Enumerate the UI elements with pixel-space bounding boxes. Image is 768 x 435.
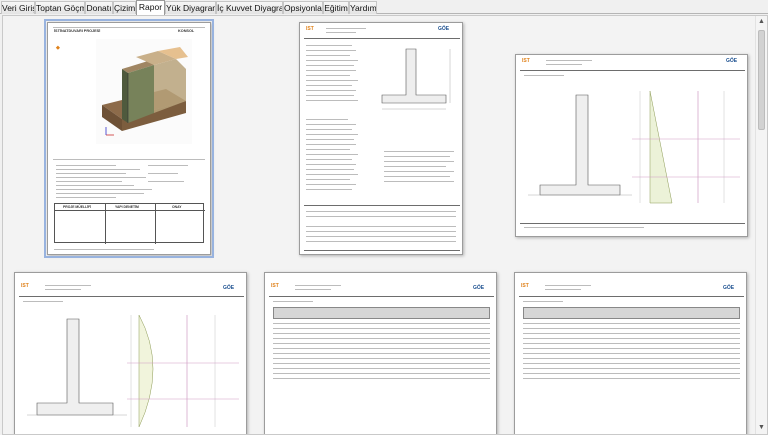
tab-yardim[interactable]: Yardım bbox=[349, 1, 377, 14]
approval-col-inspection: YAPI DENETİM bbox=[115, 205, 139, 209]
goe-logo: GÖE bbox=[473, 285, 485, 291]
approval-col-approval: ONAY bbox=[172, 205, 182, 209]
cover-subtitle: KONSOL bbox=[178, 29, 195, 33]
goe-logo: GÖE bbox=[726, 58, 738, 64]
scroll-up-icon[interactable]: ▲ bbox=[756, 16, 767, 28]
ist-logo: IST bbox=[21, 283, 29, 289]
approval-table: PROJE MÜELLİFİ YAPI DENETİM ONAY bbox=[54, 203, 205, 244]
goe-logo: GÖE bbox=[438, 26, 450, 32]
report-page-cover[interactable]: İSTİNATDUVARI PROJESİ KONSOL ◆ PROJE MÜE… bbox=[44, 19, 214, 258]
report-page-results-table-1[interactable]: IST GÖE bbox=[264, 272, 497, 434]
tab-veri-girisi[interactable]: Veri Girişi bbox=[1, 1, 35, 14]
cover-side-logo: ◆ bbox=[56, 45, 60, 51]
ist-logo: IST bbox=[271, 283, 279, 289]
report-preview-area[interactable]: İSTİNATDUVARI PROJESİ KONSOL ◆ PROJE MÜE… bbox=[2, 15, 768, 435]
approval-col-author: PROJE MÜELLİFİ bbox=[63, 205, 92, 209]
ist-logo: IST bbox=[306, 26, 314, 32]
header-rule bbox=[53, 27, 205, 28]
report-viewer-window: Veri Girişi Toptan Göçme Donatı Çizim Ra… bbox=[0, 0, 768, 435]
tab-opsiyonlar[interactable]: Opsiyonlar bbox=[283, 1, 323, 14]
report-page-internal-force-diagram[interactable]: IST GÖE bbox=[14, 272, 247, 434]
wall-section-sketch bbox=[381, 48, 451, 110]
vertical-scrollbar[interactable]: ▲ ▼ bbox=[755, 16, 767, 434]
goe-logo: GÖE bbox=[223, 285, 235, 291]
report-page-calculations[interactable]: IST GÖE bbox=[299, 22, 463, 255]
scroll-down-icon[interactable]: ▼ bbox=[756, 422, 767, 434]
tab-egitim[interactable]: Eğitim bbox=[323, 1, 349, 14]
load-diagram-drawing bbox=[528, 90, 740, 204]
scrollbar-thumb[interactable] bbox=[758, 30, 765, 130]
tab-toptan-gocme[interactable]: Toptan Göçme bbox=[35, 1, 85, 14]
ist-logo: IST bbox=[521, 283, 529, 289]
wall-3d-render bbox=[96, 39, 192, 144]
force-diagram-drawing bbox=[27, 314, 239, 428]
tab-ic-kuvvet-diyagrami[interactable]: İç Kuvvet Diyagramı bbox=[216, 1, 283, 14]
tab-yuk-diyagrami[interactable]: Yük Diyagramı bbox=[165, 1, 216, 14]
cover-title: İSTİNATDUVARI PROJESİ bbox=[54, 29, 101, 33]
tab-cizim[interactable]: Çizim bbox=[113, 1, 136, 14]
report-page-load-diagram[interactable]: IST GÖE bbox=[515, 54, 748, 237]
ist-logo: IST bbox=[522, 58, 530, 64]
report-page-results-table-2[interactable]: IST GÖE bbox=[514, 272, 747, 434]
tab-rapor[interactable]: Rapor bbox=[136, 0, 165, 15]
main-tab-strip: Veri Girişi Toptan Göçme Donatı Çizim Ra… bbox=[0, 0, 768, 15]
tab-donati[interactable]: Donatı bbox=[85, 1, 113, 14]
goe-logo: GÖE bbox=[723, 285, 735, 291]
